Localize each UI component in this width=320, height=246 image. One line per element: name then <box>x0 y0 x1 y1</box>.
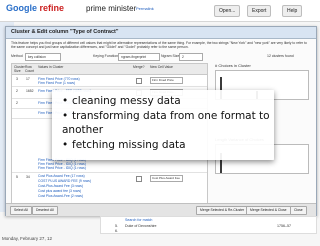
deselect-all-button[interactable]: Deselect All <box>32 206 58 215</box>
bullet-overlay: • cleaning messy data • transforming data … <box>52 90 274 160</box>
logo-main: Google <box>6 3 37 13</box>
underlying-grid: Search for match 5. Duke of Devonshire 1… <box>100 216 317 234</box>
merge-close-button[interactable]: Merge Selected & Close <box>246 206 291 215</box>
choices-chart-title: # Choices in Cluster <box>215 63 251 68</box>
cluster-controls: Method key collision Keying Function ngr… <box>11 53 311 61</box>
cluster-value[interactable]: Cost Plus Award-Fee (2 rows) <box>38 194 83 198</box>
cluster-value[interactable]: Cost-Plus Award Fee (3 rows) <box>38 184 83 188</box>
new-cell-value-input[interactable]: Firm Fixed Price <box>150 77 183 84</box>
table-row: 5 34 Cost Plus Award Fee (17 rows) COST … <box>12 173 207 201</box>
bullet-dot: • <box>62 109 69 122</box>
close-button[interactable]: Close <box>290 206 307 215</box>
open-button[interactable]: Open... <box>214 5 241 17</box>
bullet-text: transforming data from one format to ano… <box>62 109 270 137</box>
col-row-count: Row Count <box>25 65 35 73</box>
bullet-dot: • <box>62 95 69 107</box>
row-count: 1652 <box>26 89 34 93</box>
slide-timestamp: Monday, February 27, 12 <box>2 236 52 241</box>
method-select[interactable]: key collision <box>25 53 61 61</box>
app-logo[interactable]: Google refine <box>6 3 64 13</box>
merge-recluster-button[interactable]: Merge Selected & Re-Cluster <box>196 206 249 215</box>
logo-suffix: refine <box>39 3 65 13</box>
help-button[interactable]: Help <box>282 5 303 17</box>
bullet-text: cleaning messy data <box>72 95 181 107</box>
cluster-size: 5 <box>16 175 18 179</box>
merge-checkbox[interactable] <box>136 176 142 182</box>
ngram-label: Ngram Size <box>161 54 180 58</box>
cluster-size: 2 <box>16 89 18 93</box>
row-text: Duke of Devonshire <box>125 224 157 228</box>
table-row: 3 17 Firm Fixed Price (770 rows) Firm Fi… <box>12 75 207 87</box>
cluster-value[interactable]: Firm Fixed Prce (1 rows) <box>38 81 75 85</box>
cluster-value[interactable]: COST PLUS AWARD FEE (9 rows) <box>38 179 91 183</box>
bullet-text: fetching missing data <box>72 138 186 151</box>
row-count: 34 <box>26 175 30 179</box>
bullet-list: • cleaning messy data • transforming data … <box>52 90 274 152</box>
bullet-item: • cleaning messy data <box>62 94 274 109</box>
cluster-value[interactable]: Cost plus award fee (3 rows) <box>38 189 81 193</box>
export-button[interactable]: Export <box>247 5 272 17</box>
col-merge: Merge? <box>133 65 145 69</box>
dialog-footer: Select All Deselect All Merge Selected &… <box>6 203 316 216</box>
project-name[interactable]: prime minister <box>86 4 136 13</box>
clusters-found: 12 clusters found <box>267 54 294 58</box>
new-cell-value-input[interactable]: Cost Plus Award Fee <box>150 175 183 182</box>
cluster-size: 3 <box>16 77 18 81</box>
row-count: 17 <box>26 77 30 81</box>
merge-checkbox[interactable] <box>136 78 142 84</box>
method-label: Method <box>11 54 23 58</box>
col-cluster-size: Cluster Size <box>14 65 25 73</box>
bullet-item: • transforming data from one format to an… <box>62 109 274 138</box>
app-header: Google refine prime minister Permalink O… <box>0 0 320 22</box>
dialog-title: Cluster & Edit column "Type of Contract" <box>11 29 119 35</box>
cluster-value[interactable]: Firm Fixed Price - IDIQ (1 rows) <box>38 166 86 170</box>
col-new-value: New Cell Value <box>150 65 173 69</box>
row-number: 6. <box>115 229 118 233</box>
cluster-size: 2 <box>16 101 18 105</box>
row-number: 5. <box>115 224 118 228</box>
bullet-dot: • <box>62 138 69 151</box>
cluster-value[interactable]: Cost Plus Award Fee (17 rows) <box>38 174 85 178</box>
search-match-link[interactable]: Search for match <box>125 218 152 222</box>
bullet-item: • fetching missing data <box>62 138 274 153</box>
ngram-input[interactable]: 2 <box>179 53 203 61</box>
row-date: 1756–57 <box>277 224 291 228</box>
dialog-description: This feature helps you find groups of di… <box>11 41 307 50</box>
permalink-link[interactable]: Permalink <box>136 6 154 11</box>
app-frame: Google refine prime minister Permalink O… <box>0 0 320 246</box>
keying-label: Keying Function <box>93 54 119 58</box>
keying-select[interactable]: ngram-fingerprint <box>118 53 160 61</box>
select-all-button[interactable]: Select All <box>10 206 32 215</box>
dialog-header: Cluster & Edit column "Type of Contract" <box>6 27 316 39</box>
col-values: Values in Cluster <box>38 65 64 69</box>
